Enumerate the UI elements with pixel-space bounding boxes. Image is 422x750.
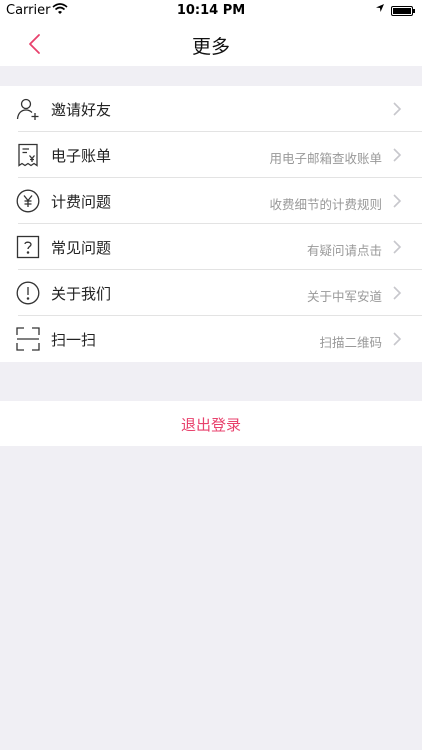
chevron-right-icon xyxy=(392,285,402,301)
chevron-right-icon xyxy=(392,101,402,117)
location-arrow-icon xyxy=(375,3,385,16)
page-title: 更多 xyxy=(191,36,230,58)
menu-item-label: 电子账单 xyxy=(51,147,112,165)
menu-item-billing[interactable]: 计费问题 收费细节的计费规则 xyxy=(0,178,422,224)
status-time: 10:14 PM xyxy=(176,3,246,18)
battery-icon xyxy=(391,6,415,16)
menu-item-label: 常见问题 xyxy=(51,239,112,257)
menu-item-hint: 有疑问请点击 xyxy=(306,243,382,258)
question-icon xyxy=(16,235,40,259)
menu-item-hint: 收费细节的计费规则 xyxy=(269,197,382,212)
info-icon xyxy=(16,281,40,305)
menu-item-hint: 用电子邮箱查收账单 xyxy=(269,151,382,166)
menu-item-scan[interactable]: 扫一扫 扫描二维码 xyxy=(0,316,422,362)
yen-icon xyxy=(16,189,40,213)
chevron-right-icon xyxy=(392,193,402,209)
menu-item-label: 邀请好友 xyxy=(51,101,112,119)
status-bar: Carrier 10:14 PM xyxy=(0,0,422,22)
add-user-icon xyxy=(16,97,40,121)
chevron-right-icon xyxy=(392,147,402,163)
nav-bar: 更多 xyxy=(0,22,422,66)
scan-icon xyxy=(16,327,40,351)
menu-item-about[interactable]: 关于我们 关于中军安道 xyxy=(0,270,422,316)
settings-menu: 邀请好友 电子账单 用电子邮箱查收账单 计费问题 收费细节的计费规则 常见问题 … xyxy=(0,86,422,362)
receipt-icon xyxy=(16,143,40,167)
menu-item-invite[interactable]: 邀请好友 xyxy=(0,86,422,132)
menu-item-label: 关于我们 xyxy=(51,285,112,303)
logout-button[interactable]: 退出登录 xyxy=(0,401,422,446)
menu-item-hint: 扫描二维码 xyxy=(319,335,382,350)
chevron-right-icon xyxy=(392,239,402,255)
menu-item-hint: 关于中军安道 xyxy=(306,289,382,304)
menu-item-label: 计费问题 xyxy=(51,193,112,211)
menu-item-e-bill[interactable]: 电子账单 用电子邮箱查收账单 xyxy=(0,132,422,178)
logout-label: 退出登录 xyxy=(180,416,241,434)
menu-item-label: 扫一扫 xyxy=(51,331,97,349)
menu-item-faq[interactable]: 常见问题 有疑问请点击 xyxy=(0,224,422,270)
chevron-right-icon xyxy=(392,331,402,347)
